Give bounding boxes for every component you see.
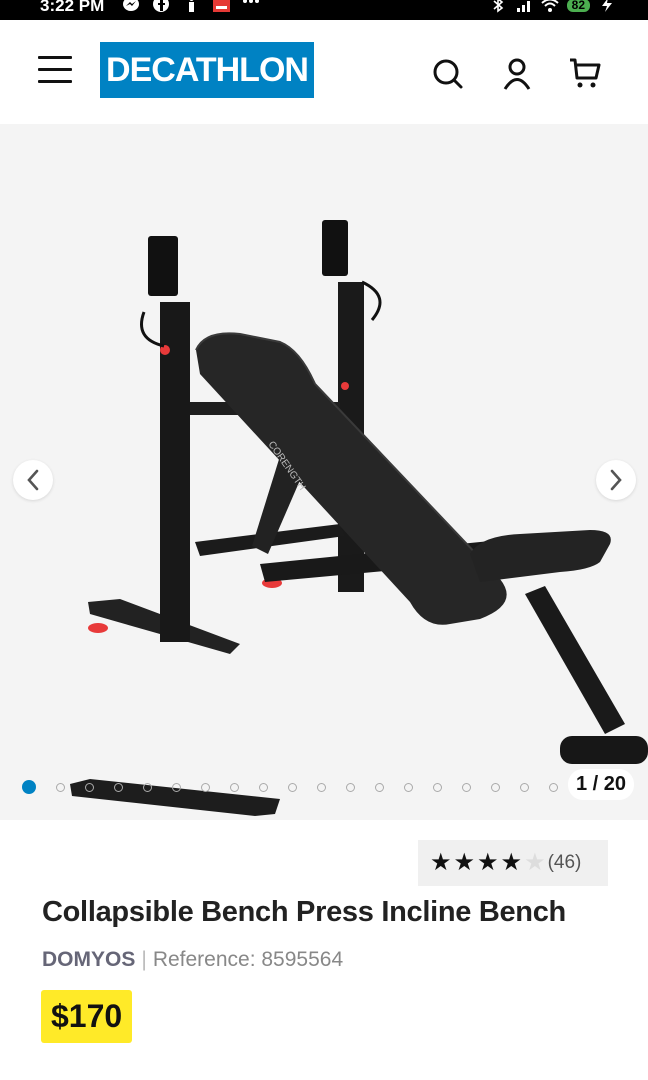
pagination-dot[interactable] bbox=[172, 782, 181, 792]
signal-icon bbox=[516, 1, 530, 12]
previous-image-button[interactable] bbox=[13, 460, 53, 500]
next-image-button[interactable] bbox=[596, 460, 636, 500]
image-counter: 1 / 20 bbox=[567, 769, 634, 800]
pagination-dot[interactable] bbox=[549, 782, 558, 792]
wifi-icon bbox=[540, 0, 559, 12]
header: DECATHLON bbox=[0, 20, 648, 124]
app-notification-icon bbox=[189, 0, 194, 12]
star-icon: ★ bbox=[477, 849, 499, 876]
pagination-dot[interactable] bbox=[22, 780, 36, 794]
decathlon-logo[interactable]: DECATHLON bbox=[100, 42, 314, 98]
pagination-dot[interactable] bbox=[114, 782, 123, 792]
facebook-icon bbox=[153, 0, 169, 12]
product-meta: DOMYOS | Reference: 8595564 bbox=[42, 948, 343, 972]
search-icon[interactable] bbox=[430, 56, 464, 90]
star-icon: ★ bbox=[524, 849, 546, 876]
star-icon: ★ bbox=[430, 849, 452, 876]
pagination-dot[interactable] bbox=[346, 782, 355, 792]
pagination-dot[interactable] bbox=[404, 782, 413, 792]
status-time: 3:22 PM bbox=[40, 0, 105, 15]
product-reference: Reference: 8595564 bbox=[152, 948, 344, 971]
rating-summary[interactable]: ★★★★★ (46) bbox=[418, 840, 608, 886]
pagination-dot[interactable] bbox=[317, 782, 326, 792]
brand-link[interactable]: DOMYOS bbox=[42, 948, 135, 971]
pagination-dot[interactable] bbox=[259, 782, 268, 792]
meta-separator: | bbox=[141, 948, 147, 971]
star-icon: ★ bbox=[453, 849, 476, 876]
status-bar: 3:22 PM 82 bbox=[0, 0, 648, 20]
pagination-dot[interactable] bbox=[520, 782, 529, 792]
pagination-dot[interactable] bbox=[433, 782, 442, 792]
notification-icons bbox=[122, 0, 260, 12]
cart-icon[interactable] bbox=[568, 56, 602, 90]
product-price: $170 bbox=[41, 990, 133, 1043]
product-image-gallery[interactable]: CORENGTH 1 / 20 bbox=[0, 124, 648, 820]
pagination-dot[interactable] bbox=[288, 782, 297, 792]
chevron-left-icon bbox=[27, 469, 39, 491]
product-title: Collapsible Bench Press Incline Bench bbox=[42, 896, 566, 928]
pagination-dot[interactable] bbox=[56, 782, 65, 792]
system-icons: 82 bbox=[489, 0, 616, 13]
pagination-dot[interactable] bbox=[143, 782, 152, 792]
more-notifications-icon bbox=[243, 0, 259, 3]
product-image: CORENGTH bbox=[70, 220, 648, 816]
battery-icon: 82 bbox=[566, 0, 590, 12]
pagination-dot[interactable] bbox=[201, 782, 210, 792]
pagination-dot[interactable] bbox=[375, 782, 384, 792]
gallery-pagination bbox=[22, 780, 587, 794]
menu-icon[interactable] bbox=[38, 56, 72, 86]
messenger-icon bbox=[123, 0, 139, 11]
pagination-dot[interactable] bbox=[85, 782, 94, 792]
chevron-right-icon bbox=[610, 469, 622, 491]
account-icon[interactable] bbox=[500, 56, 534, 90]
pagination-dot[interactable] bbox=[462, 782, 471, 792]
rating-count: (46) bbox=[547, 852, 582, 873]
pagination-dot[interactable] bbox=[230, 782, 239, 792]
star-icon: ★ bbox=[500, 849, 523, 876]
rating-stars: ★★★★★ bbox=[430, 851, 548, 875]
charging-icon bbox=[602, 0, 612, 12]
shop-notification-icon bbox=[213, 0, 230, 12]
pagination-dot[interactable] bbox=[491, 782, 500, 792]
bluetooth-icon bbox=[493, 0, 503, 13]
